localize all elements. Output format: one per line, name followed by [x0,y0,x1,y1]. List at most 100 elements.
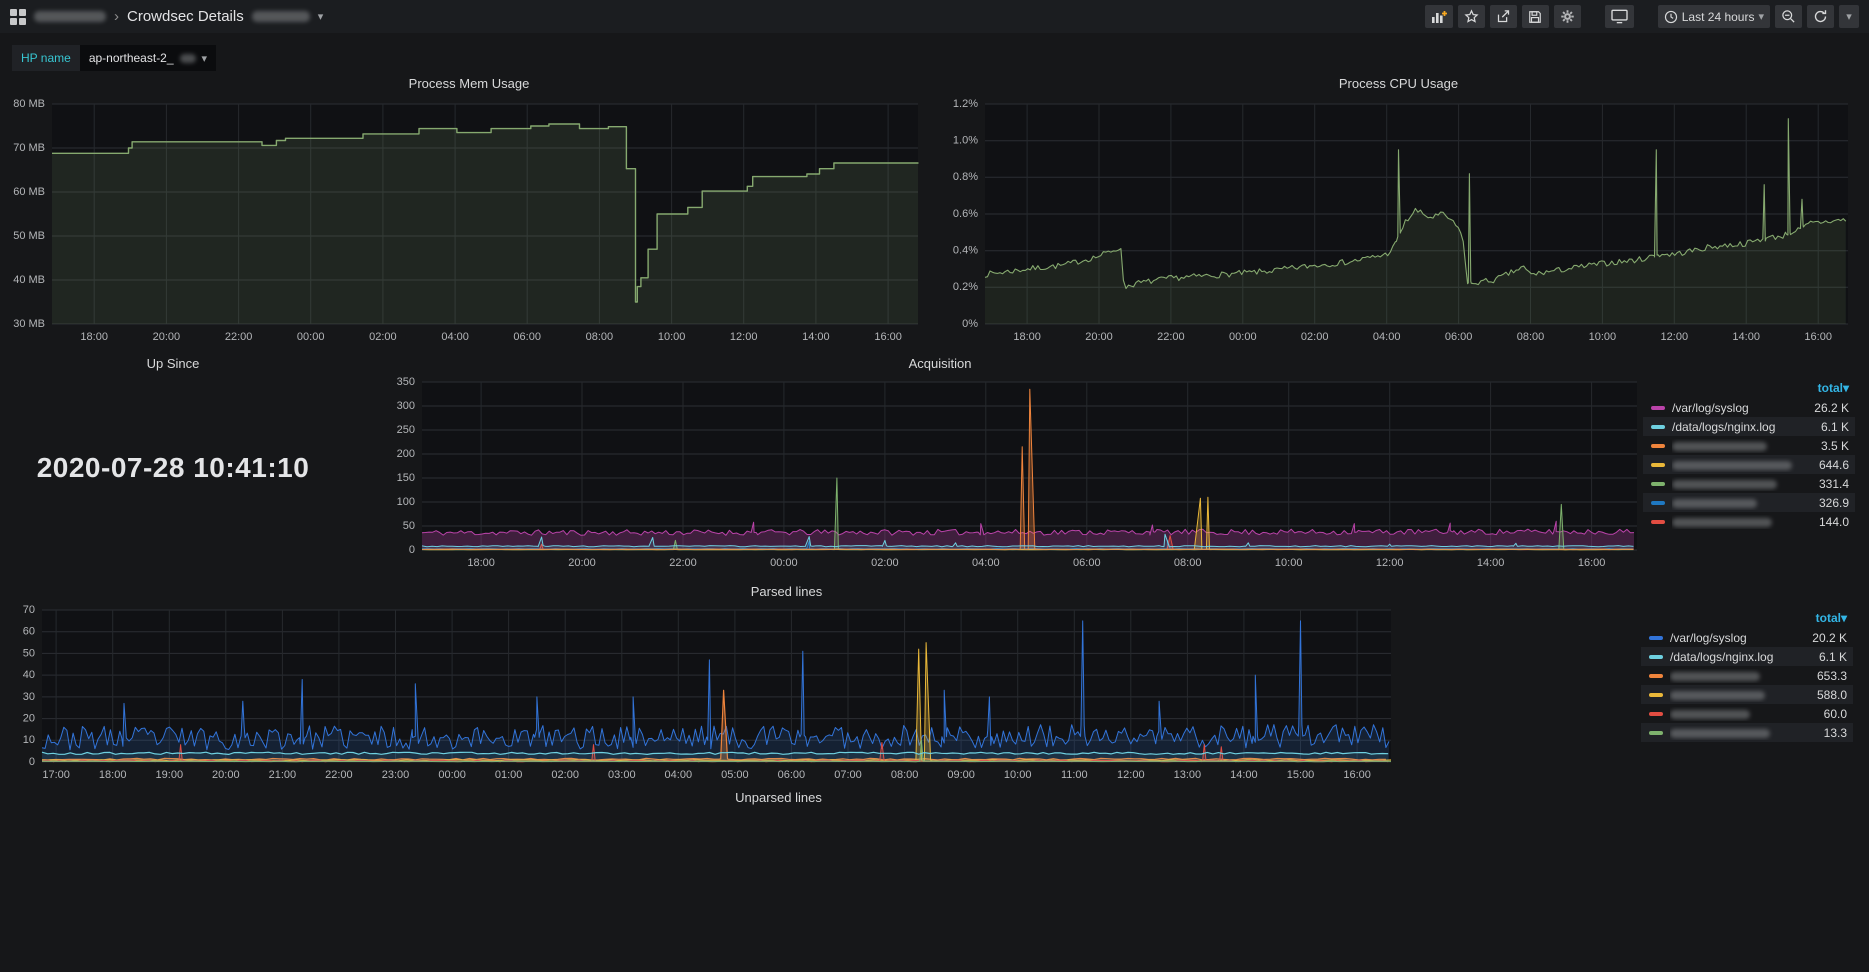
series-color-dash [1649,636,1663,640]
series-label[interactable]: /data/logs/nginx.log [1672,420,1813,434]
svg-text:08:00: 08:00 [1517,331,1545,343]
legend-total-header[interactable]: total▾ [1643,380,1855,398]
series-label[interactable] [1672,515,1811,529]
series-label[interactable] [1672,477,1811,491]
legend-item[interactable]: 3.5 K [1643,436,1855,455]
time-range-picker[interactable]: Last 24 hours ▾ [1658,5,1770,28]
legend-item[interactable]: 326.9 [1643,493,1855,512]
panel-up-since: Up Since 2020-07-28 10:41:10 [8,356,338,578]
svg-text:05:00: 05:00 [721,769,749,781]
time-range-label: Last 24 hours [1682,10,1755,24]
save-button[interactable] [1522,5,1549,28]
series-total-value: 3.5 K [1821,439,1849,453]
series-color-dash [1651,444,1665,448]
svg-text:10:00: 10:00 [1589,331,1617,343]
panel-title-unparsed[interactable]: Unparsed lines [0,790,1557,805]
svg-text:30: 30 [23,691,35,703]
series-label[interactable] [1670,669,1809,683]
refresh-interval-caret[interactable]: ▾ [1839,5,1859,28]
svg-text:0: 0 [29,756,35,768]
series-label[interactable] [1670,688,1809,702]
svg-text:06:00: 06:00 [513,331,541,343]
panel-title-mem[interactable]: Process Mem Usage [8,76,930,91]
add-panel-button[interactable] [1425,5,1453,28]
svg-text:14:00: 14:00 [1477,557,1505,569]
series-label[interactable]: /var/log/syslog [1670,631,1804,645]
star-button[interactable] [1458,5,1485,28]
svg-text:100: 100 [397,496,415,508]
series-color-dash [1651,406,1665,410]
svg-text:09:00: 09:00 [947,769,975,781]
series-label[interactable]: /data/logs/nginx.log [1670,650,1811,664]
svg-text:12:00: 12:00 [730,331,758,343]
svg-text:50 MB: 50 MB [13,230,45,242]
svg-text:08:00: 08:00 [1174,557,1202,569]
svg-text:22:00: 22:00 [225,331,253,343]
legend-total-header[interactable]: total▾ [1641,610,1853,628]
svg-text:04:00: 04:00 [1373,331,1401,343]
mem-usage-chart[interactable]: 30 MB40 MB50 MB60 MB70 MB80 MB18:0020:00… [8,96,930,355]
series-total-value: 6.1 K [1821,420,1849,434]
legend-item[interactable]: 588.0 [1641,685,1853,704]
tv-mode-button[interactable] [1605,5,1634,28]
zoom-out-button[interactable] [1775,5,1802,28]
svg-text:12:00: 12:00 [1117,769,1145,781]
up-since-value: 2020-07-28 10:41:10 [8,452,338,484]
acquisition-chart[interactable]: 05010015020025030035018:0020:0022:0000:0… [344,374,1649,583]
dashboard-caret-icon[interactable]: ▾ [318,10,324,23]
series-color-dash [1649,655,1663,659]
series-color-dash [1649,674,1663,678]
legend-item[interactable]: /data/logs/nginx.log 6.1 K [1643,417,1855,436]
svg-text:14:00: 14:00 [1732,331,1760,343]
panel-title-parsed[interactable]: Parsed lines [8,584,1565,599]
svg-text:18:00: 18:00 [80,331,108,343]
dashboard-title[interactable]: Crowdsec Details [127,8,244,25]
panel-parsed-lines: Parsed lines 01020304050607017:0018:0019… [8,584,1861,800]
series-label[interactable] [1670,707,1816,721]
dashboard-title-suffix-redacted [252,11,310,22]
legend-item[interactable]: /var/log/syslog 20.2 K [1641,628,1853,647]
svg-text:20:00: 20:00 [153,331,181,343]
svg-text:50: 50 [23,647,35,659]
series-total-value: 20.2 K [1812,631,1847,645]
cpu-usage-chart[interactable]: 0%0.2%0.4%0.6%0.8%1.0%1.2%18:0020:0022:0… [936,96,1861,355]
panel-title-acquisition[interactable]: Acquisition [344,356,1536,371]
share-button[interactable] [1490,5,1517,28]
series-total-value: 26.2 K [1814,401,1849,415]
series-label[interactable] [1672,496,1811,510]
parsed-lines-legend: total▾ /var/log/syslog 20.2 K/data/logs/n… [1641,610,1853,742]
svg-text:0: 0 [409,544,415,556]
svg-text:50: 50 [403,520,415,532]
apps-grid-icon[interactable] [10,9,26,25]
legend-item[interactable]: 60.0 [1641,704,1853,723]
series-color-dash [1649,693,1663,697]
series-label[interactable] [1670,726,1816,740]
legend-item[interactable]: 144.0 [1643,512,1855,531]
legend-item[interactable]: 653.3 [1641,666,1853,685]
svg-text:04:00: 04:00 [441,331,469,343]
series-label[interactable] [1672,439,1813,453]
svg-text:80 MB: 80 MB [13,98,45,110]
series-total-value: 644.6 [1819,458,1849,472]
breadcrumb-folder-redacted[interactable] [34,11,106,22]
settings-button[interactable] [1554,5,1581,28]
refresh-button[interactable] [1807,5,1834,28]
svg-text:40: 40 [23,669,35,681]
svg-text:07:00: 07:00 [834,769,862,781]
variable-dropdown[interactable]: ap-northeast-2_ ▾ [80,45,216,71]
svg-text:0.4%: 0.4% [953,245,978,257]
legend-item[interactable]: /var/log/syslog 26.2 K [1643,398,1855,417]
legend-item[interactable]: /data/logs/nginx.log6.1 K [1641,647,1853,666]
series-label[interactable]: /var/log/syslog [1672,401,1806,415]
series-label[interactable] [1672,458,1811,472]
legend-item[interactable]: 331.4 [1643,474,1855,493]
panel-title-cpu[interactable]: Process CPU Usage [936,76,1861,91]
series-color-dash [1651,520,1665,524]
parsed-lines-chart[interactable]: 01020304050607017:0018:0019:0020:0021:00… [8,602,1649,795]
panel-title-up-since[interactable]: Up Since [8,356,338,371]
svg-text:15:00: 15:00 [1287,769,1315,781]
svg-text:06:00: 06:00 [778,769,806,781]
legend-item[interactable]: 13.3 [1641,723,1853,742]
legend-item[interactable]: 644.6 [1643,455,1855,474]
svg-text:300: 300 [397,400,415,412]
